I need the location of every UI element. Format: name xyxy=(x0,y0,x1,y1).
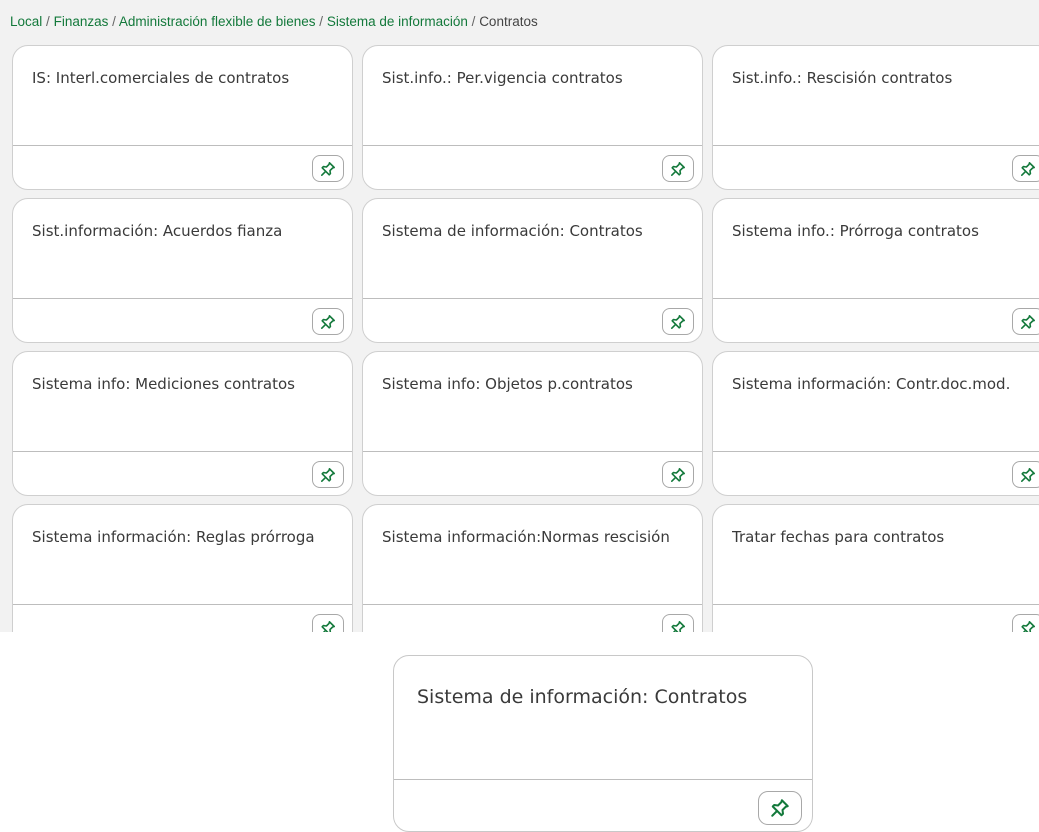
tile-title: Sistema info: Objetos p.contratos xyxy=(382,375,633,393)
pin-icon xyxy=(320,467,336,483)
pin-button[interactable] xyxy=(1012,461,1039,488)
tile-preview[interactable]: Sistema de información: Contratos xyxy=(393,655,813,832)
pin-icon xyxy=(1020,620,1036,632)
tile-title: IS: Interl.comerciales de contratos xyxy=(32,69,290,87)
tile-footer xyxy=(713,298,1039,342)
pin-button[interactable] xyxy=(1012,155,1039,182)
pin-button[interactable] xyxy=(312,308,344,335)
tile-grid: IS: Interl.comerciales de contratos Sist… xyxy=(12,45,1039,632)
tile-footer xyxy=(13,298,352,342)
tile-title: Sistema info: Mediciones contratos xyxy=(32,375,295,393)
pin-icon xyxy=(1020,314,1036,330)
tile-title: Sist.info.: Rescisión contratos xyxy=(732,69,953,87)
pin-icon xyxy=(320,161,336,177)
tile-title: Sistema de información: Contratos xyxy=(417,686,748,708)
pin-button[interactable] xyxy=(1012,614,1039,632)
pin-button[interactable] xyxy=(758,791,802,825)
tile-area: Local / Finanzas / Administración flexib… xyxy=(0,0,1039,632)
tile[interactable]: Sistema información:Normas rescisión xyxy=(362,504,703,632)
tile-footer xyxy=(713,604,1039,632)
tile[interactable]: Sist.info.: Rescisión contratos xyxy=(712,45,1039,190)
breadcrumb-link-local[interactable]: Local xyxy=(10,14,42,29)
pin-button[interactable] xyxy=(662,614,694,632)
pin-icon xyxy=(670,161,686,177)
tile-footer xyxy=(713,451,1039,495)
pin-button[interactable] xyxy=(312,461,344,488)
tile[interactable]: Tratar fechas para contratos xyxy=(712,504,1039,632)
tile-footer xyxy=(394,779,812,831)
pin-button[interactable] xyxy=(312,614,344,632)
pin-button[interactable] xyxy=(662,461,694,488)
tile-footer xyxy=(13,451,352,495)
breadcrumb: Local / Finanzas / Administración flexib… xyxy=(10,14,538,29)
tile-title: Sistema de información: Contratos xyxy=(382,222,643,240)
pin-icon xyxy=(670,314,686,330)
tile-title: Sistema información:Normas rescisión xyxy=(382,528,670,546)
tile-title: Sistema información: Contr.doc.mod. xyxy=(732,375,1011,393)
tile[interactable]: Sist.información: Acuerdos fianza xyxy=(12,198,353,343)
breadcrumb-separator: / xyxy=(46,14,50,29)
pin-button[interactable] xyxy=(1012,308,1039,335)
tile[interactable]: IS: Interl.comerciales de contratos xyxy=(12,45,353,190)
tile[interactable]: Sistema info.: Prórroga contratos xyxy=(712,198,1039,343)
pin-button[interactable] xyxy=(662,155,694,182)
tile[interactable]: Sist.info.: Per.vigencia contratos xyxy=(362,45,703,190)
breadcrumb-separator: / xyxy=(112,14,116,29)
pin-icon xyxy=(320,314,336,330)
tile-title: Tratar fechas para contratos xyxy=(732,528,945,546)
tile-footer xyxy=(363,604,702,632)
pin-icon xyxy=(1020,467,1036,483)
tile-footer xyxy=(713,145,1039,189)
tile-title: Sist.info.: Per.vigencia contratos xyxy=(382,69,623,87)
breadcrumb-link-administracion[interactable]: Administración flexible de bienes xyxy=(119,14,316,29)
tile-footer xyxy=(13,604,352,632)
pin-icon xyxy=(1020,161,1036,177)
breadcrumb-current: Contratos xyxy=(479,14,538,29)
pin-icon xyxy=(770,798,790,818)
pin-icon xyxy=(320,620,336,632)
breadcrumb-separator: / xyxy=(319,14,324,29)
breadcrumb-link-finanzas[interactable]: Finanzas xyxy=(54,14,109,29)
tile-footer xyxy=(13,145,352,189)
pin-button[interactable] xyxy=(662,308,694,335)
tile[interactable]: Sistema info: Objetos p.contratos xyxy=(362,351,703,496)
tile-footer xyxy=(363,145,702,189)
pin-icon xyxy=(670,467,686,483)
tile-title: Sistema info.: Prórroga contratos xyxy=(732,222,979,240)
tile[interactable]: Sistema información: Reglas prórroga xyxy=(12,504,353,632)
tile[interactable]: Sistema info: Mediciones contratos xyxy=(12,351,353,496)
tile-footer xyxy=(363,451,702,495)
tile-title: Sistema información: Reglas prórroga xyxy=(32,528,315,546)
pin-button[interactable] xyxy=(312,155,344,182)
pin-icon xyxy=(670,620,686,632)
tile[interactable]: Sistema de información: Contratos xyxy=(362,198,703,343)
tile-footer xyxy=(363,298,702,342)
breadcrumb-link-sistema[interactable]: Sistema de información xyxy=(327,14,468,29)
tile-title: Sist.información: Acuerdos fianza xyxy=(32,222,283,240)
tile[interactable]: Sistema información: Contr.doc.mod. xyxy=(712,351,1039,496)
